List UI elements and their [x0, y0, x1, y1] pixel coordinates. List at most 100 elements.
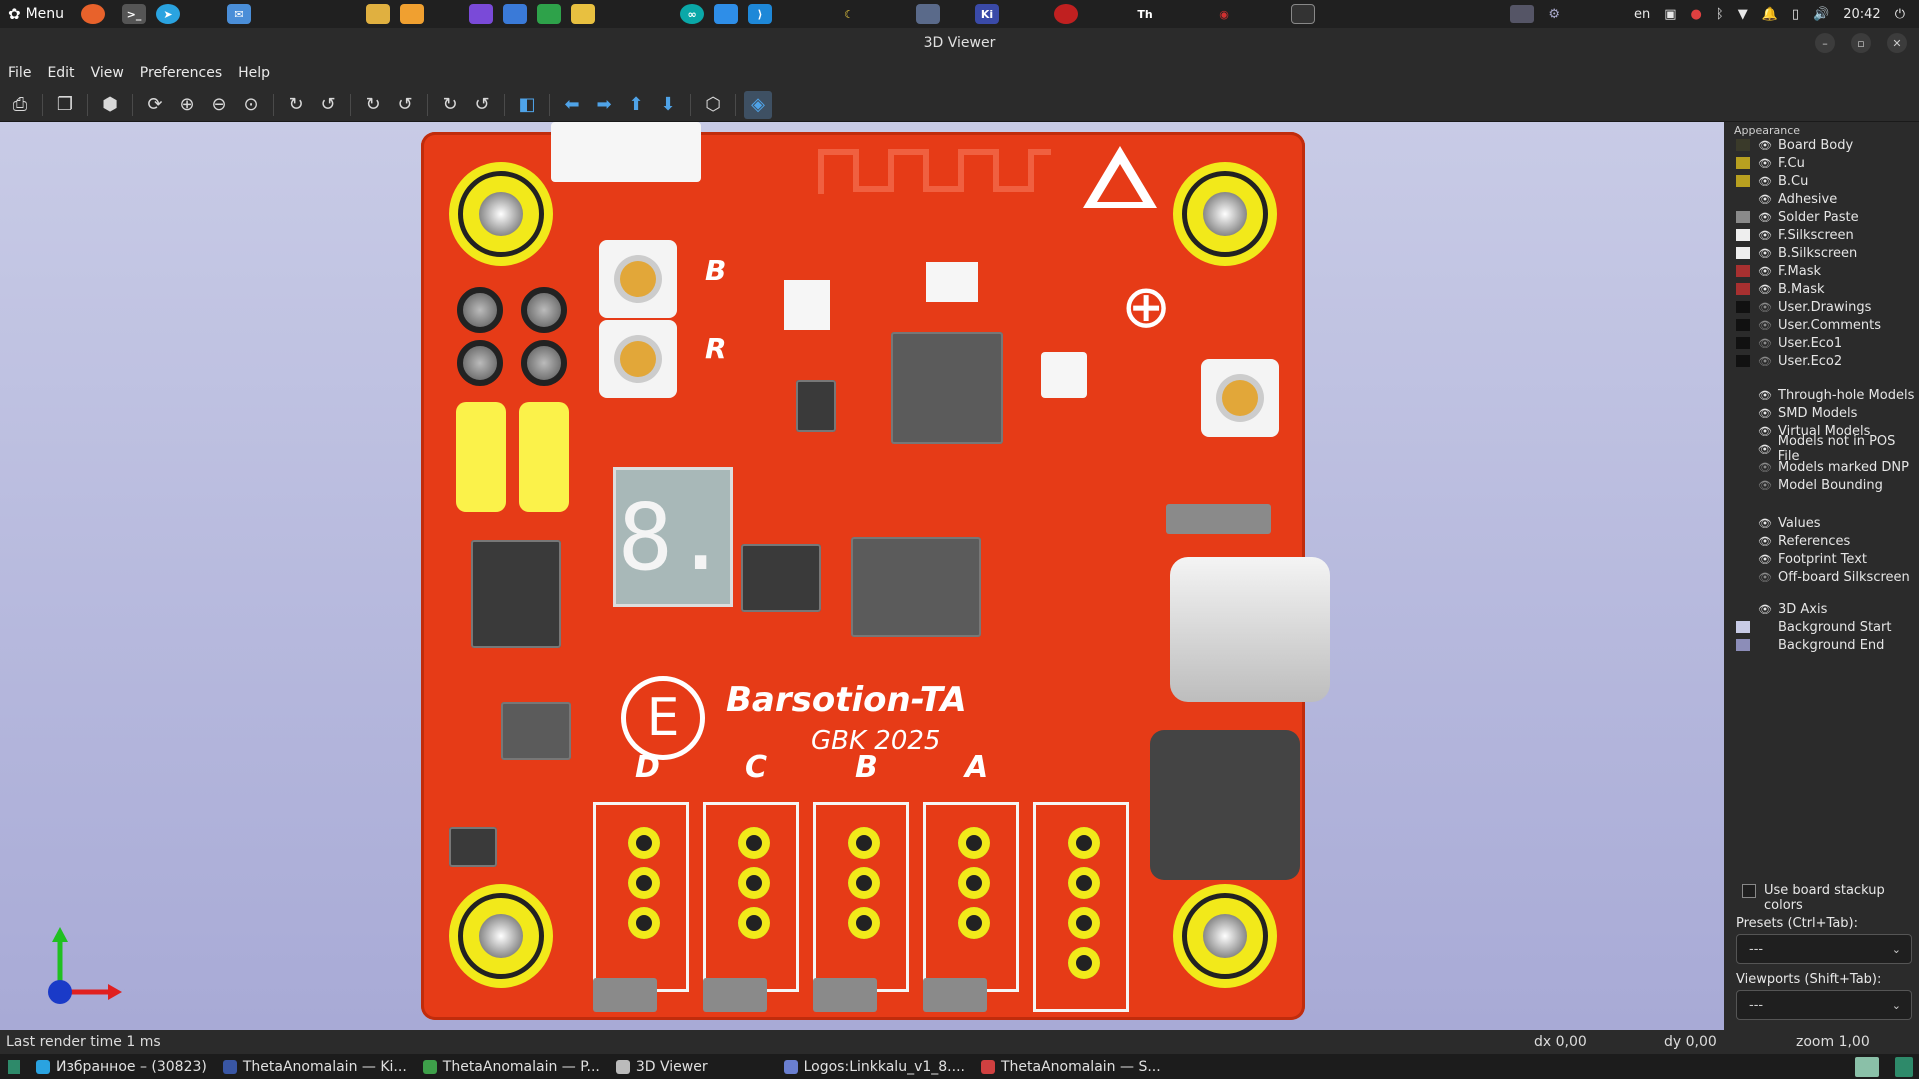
- layer-color-swatch[interactable]: [1736, 175, 1750, 187]
- eye-icon[interactable]: 👁: [1758, 301, 1772, 314]
- cube-icon[interactable]: [1054, 4, 1079, 24]
- mail-icon[interactable]: ✉: [227, 4, 252, 24]
- eye-icon[interactable]: 👁: [1758, 265, 1772, 278]
- notifications-icon[interactable]: 🔔: [1762, 7, 1778, 22]
- layer-row-smd-models[interactable]: 👁 SMD Models: [1736, 404, 1857, 422]
- eye-icon[interactable]: 👁: [1758, 517, 1772, 530]
- arduino-icon[interactable]: ∞: [680, 4, 705, 24]
- layer-row-b-silkscreen[interactable]: 👁 B.Silkscreen: [1736, 244, 1857, 262]
- zoom-fit-button[interactable]: ⊙: [237, 91, 265, 119]
- bluetooth-icon[interactable]: ᛒ: [1716, 7, 1724, 22]
- taskbar-item[interactable]: 3D Viewer: [608, 1054, 716, 1079]
- export-image-button[interactable]: ⎙: [6, 91, 34, 119]
- workspace-icon[interactable]: [1855, 1056, 1879, 1077]
- settings-icon[interactable]: ⚙: [1548, 7, 1560, 22]
- menu-help[interactable]: Help: [238, 65, 270, 81]
- menu-view[interactable]: View: [91, 65, 124, 81]
- menu-preferences[interactable]: Preferences: [140, 65, 222, 81]
- menu-file[interactable]: File: [8, 65, 31, 81]
- volume-icon[interactable]: 🔊: [1813, 7, 1829, 22]
- widget-icon[interactable]: [1510, 5, 1535, 23]
- layer-row-footprint-text[interactable]: 👁 Footprint Text: [1736, 550, 1867, 568]
- clock[interactable]: 20:42: [1843, 7, 1880, 22]
- show-desktop-button[interactable]: [0, 1054, 28, 1079]
- eye-icon[interactable]: 👁: [1758, 571, 1772, 584]
- layer-color-swatch[interactable]: [1736, 603, 1750, 615]
- eye-icon[interactable]: 👁: [1758, 535, 1772, 548]
- eye-icon[interactable]: 👁: [1758, 211, 1772, 224]
- move-right-button[interactable]: ➡: [590, 91, 618, 119]
- layer-color-swatch[interactable]: [1736, 337, 1750, 349]
- move-up-button[interactable]: ⬆: [622, 91, 650, 119]
- eye-icon[interactable]: 👁: [1758, 193, 1772, 206]
- power-icon[interactable]: ⏻: [1895, 7, 1905, 22]
- display-icon[interactable]: ▣: [1664, 7, 1676, 22]
- reload-button[interactable]: ⟳: [141, 91, 169, 119]
- eye-icon[interactable]: 👁: [1758, 603, 1772, 616]
- eye-icon[interactable]: 👁: [1758, 247, 1772, 260]
- eye-icon[interactable]: 👁: [1758, 337, 1772, 350]
- eye-icon[interactable]: 👁: [1758, 355, 1772, 368]
- terminal-icon[interactable]: >_: [122, 4, 147, 24]
- screenshot-icon[interactable]: [916, 4, 941, 24]
- eye-icon[interactable]: 👁: [1758, 461, 1772, 474]
- layer-row-model-bounding[interactable]: 👁 Model Bounding: [1736, 476, 1883, 494]
- calc-icon[interactable]: [400, 4, 425, 24]
- layer-row-background-start[interactable]: Background Start: [1736, 618, 1891, 636]
- eye-icon[interactable]: 👁: [1758, 283, 1772, 296]
- notes-icon[interactable]: [571, 4, 596, 24]
- rotate-z-ccw-button[interactable]: ↺: [468, 91, 496, 119]
- files-icon[interactable]: [366, 4, 391, 24]
- layer-row-off-board-silkscreen[interactable]: 👁 Off-board Silkscreen: [1736, 568, 1910, 586]
- layer-row-f-mask[interactable]: 👁 F.Mask: [1736, 262, 1821, 280]
- flip-board-button[interactable]: ◧: [513, 91, 541, 119]
- layer-color-swatch[interactable]: [1736, 621, 1750, 633]
- move-down-button[interactable]: ⬇: [654, 91, 682, 119]
- layer-row-solder-paste[interactable]: 👁 Solder Paste: [1736, 208, 1859, 226]
- viewports-select[interactable]: --- ⌄: [1736, 990, 1912, 1020]
- obsidian-icon[interactable]: [469, 4, 494, 24]
- sheets-icon[interactable]: [537, 4, 562, 24]
- layer-color-swatch[interactable]: [1736, 319, 1750, 331]
- move-left-button[interactable]: ⬅: [558, 91, 586, 119]
- vpn-icon[interactable]: [714, 4, 739, 24]
- layer-row-user-comments[interactable]: 👁 User.Comments: [1736, 316, 1881, 334]
- eye-icon[interactable]: 👁: [1758, 443, 1772, 456]
- layer-color-swatch[interactable]: [1736, 157, 1750, 169]
- layer-color-swatch[interactable]: [1736, 265, 1750, 277]
- rotate-x-cw-button[interactable]: ↻: [282, 91, 310, 119]
- eye-icon[interactable]: 👁: [1758, 319, 1772, 332]
- night-icon[interactable]: ☾: [837, 4, 861, 24]
- kicad-icon[interactable]: Ki: [975, 4, 1000, 24]
- battery-icon[interactable]: ▯: [1792, 7, 1799, 22]
- layer-row-3d-axis[interactable]: 👁 3D Axis: [1736, 600, 1827, 618]
- layer-row-models-not-in-pos-file[interactable]: 👁 Models not in POS File: [1736, 434, 1919, 464]
- layer-color-swatch[interactable]: [1736, 193, 1750, 205]
- telegram-icon[interactable]: ➤: [156, 4, 181, 24]
- zoom-in-button[interactable]: ⊕: [173, 91, 201, 119]
- taskbar-item[interactable]: ThetaAnomalain — P...: [415, 1054, 608, 1079]
- eye-icon[interactable]: 👁: [1758, 407, 1772, 420]
- copy-image-button[interactable]: ❐: [51, 91, 79, 119]
- 3d-viewport[interactable]: B R 8. E Barsotion-TA GBK 2025 D C B A ⊕: [0, 122, 1724, 1030]
- layer-row-background-end[interactable]: Background End: [1736, 636, 1884, 654]
- layer-color-swatch[interactable]: [1736, 229, 1750, 241]
- layer-color-swatch[interactable]: [1736, 301, 1750, 313]
- writer-icon[interactable]: [503, 4, 528, 24]
- eye-icon[interactable]: 👁: [1758, 479, 1772, 492]
- presets-select[interactable]: --- ⌄: [1736, 934, 1912, 964]
- layer-color-swatch[interactable]: [1736, 247, 1750, 259]
- layer-color-swatch[interactable]: [1736, 639, 1750, 651]
- rotate-z-cw-button[interactable]: ↻: [436, 91, 464, 119]
- layer-row-board-body[interactable]: 👁 Board Body: [1736, 136, 1853, 154]
- monitor-icon[interactable]: [1291, 4, 1316, 24]
- layer-row-models-marked-dnp[interactable]: 👁 Models marked DNP: [1736, 458, 1909, 476]
- typography-icon[interactable]: Th: [1133, 4, 1157, 24]
- layers-manager-button[interactable]: ◈: [744, 90, 772, 119]
- layer-row-b-mask[interactable]: 👁 B.Mask: [1736, 280, 1825, 298]
- system-menu-button[interactable]: ✿ Menu: [0, 0, 72, 28]
- vscode-icon[interactable]: ⟩: [748, 4, 773, 24]
- eye-icon[interactable]: 👁: [1758, 139, 1772, 152]
- wifi-icon[interactable]: ▼: [1738, 7, 1748, 22]
- render-mode-button[interactable]: ⬢: [96, 91, 124, 119]
